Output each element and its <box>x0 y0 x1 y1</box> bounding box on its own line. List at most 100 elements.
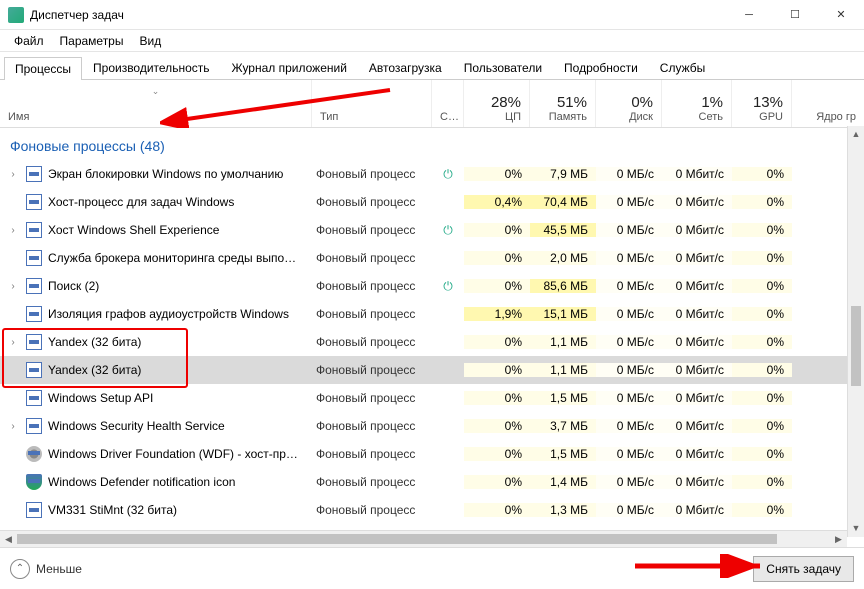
expand-icon[interactable]: › <box>6 281 20 292</box>
process-gpu: 0% <box>732 167 792 181</box>
column-type[interactable]: Тип <box>312 80 432 127</box>
process-memory: 85,6 МБ <box>530 279 596 293</box>
process-network: 0 Мбит/с <box>662 363 732 377</box>
process-icon <box>26 250 42 266</box>
tabs: Процессы Производительность Журнал прило… <box>0 52 864 80</box>
column-gpu[interactable]: 13% GPU <box>732 80 792 127</box>
process-name: Windows Setup API <box>48 391 153 405</box>
process-gpu: 0% <box>732 307 792 321</box>
expand-icon[interactable]: › <box>6 337 20 348</box>
process-row[interactable]: ›Windows Security Health ServiceФоновый … <box>0 412 864 440</box>
tab-app-history[interactable]: Журнал приложений <box>221 56 358 79</box>
window-controls: ─ ☐ ✕ <box>726 0 864 30</box>
process-name: Windows Defender notification icon <box>48 475 235 489</box>
minimize-button[interactable]: ─ <box>726 0 772 30</box>
process-gpu: 0% <box>732 223 792 237</box>
column-memory[interactable]: 51% Память <box>530 80 596 127</box>
process-row[interactable]: Служба брокера мониторинга среды выпо…Фо… <box>0 244 864 272</box>
expand-icon[interactable]: › <box>6 421 20 432</box>
footer: ⌃ Меньше Снять задачу <box>0 547 864 589</box>
tab-services[interactable]: Службы <box>649 56 716 79</box>
expand-icon[interactable]: › <box>6 225 20 236</box>
process-memory: 1,5 МБ <box>530 447 596 461</box>
scroll-thumb-h[interactable] <box>17 534 777 544</box>
window-title: Диспетчер задач <box>30 8 726 22</box>
process-disk: 0 МБ/с <box>596 447 662 461</box>
menu-options[interactable]: Параметры <box>52 32 132 50</box>
process-disk: 0 МБ/с <box>596 391 662 405</box>
process-disk: 0 МБ/с <box>596 475 662 489</box>
process-network: 0 Мбит/с <box>662 167 732 181</box>
process-network: 0 Мбит/с <box>662 279 732 293</box>
process-network: 0 Мбит/с <box>662 223 732 237</box>
scroll-down-icon[interactable]: ▼ <box>848 520 864 537</box>
process-type: Фоновый процесс <box>312 475 432 489</box>
process-memory: 2,0 МБ <box>530 251 596 265</box>
process-row[interactable]: Windows Setup APIФоновый процесс0%1,5 МБ… <box>0 384 864 412</box>
process-name: Yandex (32 бита) <box>48 363 141 377</box>
column-disk[interactable]: 0% Диск <box>596 80 662 127</box>
scroll-left-icon[interactable]: ◀ <box>0 531 17 548</box>
process-type: Фоновый процесс <box>312 447 432 461</box>
process-network: 0 Мбит/с <box>662 419 732 433</box>
process-memory: 1,3 МБ <box>530 503 596 517</box>
column-cpu[interactable]: 28% ЦП <box>464 80 530 127</box>
process-gpu: 0% <box>732 475 792 489</box>
process-gpu: 0% <box>732 503 792 517</box>
process-disk: 0 МБ/с <box>596 307 662 321</box>
process-network: 0 Мбит/с <box>662 195 732 209</box>
process-type: Фоновый процесс <box>312 279 432 293</box>
column-name[interactable]: ⌄ Имя <box>0 80 312 127</box>
scroll-thumb-v[interactable] <box>851 306 861 386</box>
process-list: Фоновые процессы (48) ›Экран блокировки … <box>0 128 864 539</box>
process-icon <box>26 222 42 238</box>
sort-indicator-icon: ⌄ <box>8 86 303 97</box>
process-row[interactable]: Хост-процесс для задач WindowsФоновый пр… <box>0 188 864 216</box>
group-background-processes[interactable]: Фоновые процессы (48) <box>0 128 864 160</box>
process-name: Служба брокера мониторинга среды выпо… <box>48 251 296 265</box>
process-name: Хост Windows Shell Experience <box>48 223 219 237</box>
process-gpu: 0% <box>732 419 792 433</box>
tab-processes[interactable]: Процессы <box>4 57 82 80</box>
scroll-up-icon[interactable]: ▲ <box>848 126 864 143</box>
fewer-details-button[interactable]: ⌃ Меньше <box>10 559 82 579</box>
process-memory: 45,5 МБ <box>530 223 596 237</box>
column-network[interactable]: 1% Сеть <box>662 80 732 127</box>
process-row[interactable]: ›Yandex (32 бита)Фоновый процесс0%1,1 МБ… <box>0 328 864 356</box>
process-status: ⏻ <box>432 279 464 294</box>
close-button[interactable]: ✕ <box>818 0 864 30</box>
tab-startup[interactable]: Автозагрузка <box>358 56 453 79</box>
column-gpu-engine[interactable]: Ядро гр <box>792 80 864 127</box>
process-row[interactable]: ›Поиск (2)Фоновый процесс⏻0%85,6 МБ0 МБ/… <box>0 272 864 300</box>
expand-icon[interactable]: › <box>6 169 20 180</box>
process-network: 0 Мбит/с <box>662 391 732 405</box>
process-type: Фоновый процесс <box>312 167 432 181</box>
process-cpu: 0% <box>464 475 530 489</box>
process-name: VM331 StiMnt (32 бита) <box>48 503 177 517</box>
vertical-scrollbar[interactable]: ▲ ▼ <box>847 126 864 537</box>
process-row[interactable]: VM331 StiMnt (32 бита)Фоновый процесс0%1… <box>0 496 864 524</box>
horizontal-scrollbar[interactable]: ◀ ▶ <box>0 530 847 547</box>
tab-users[interactable]: Пользователи <box>453 56 553 79</box>
tab-details[interactable]: Подробности <box>553 56 649 79</box>
process-network: 0 Мбит/с <box>662 251 732 265</box>
process-row[interactable]: Windows Defender notification icon Фоновы… <box>0 468 864 496</box>
maximize-button[interactable]: ☐ <box>772 0 818 30</box>
process-row[interactable]: ›Хост Windows Shell ExperienceФоновый пр… <box>0 216 864 244</box>
end-task-button[interactable]: Снять задачу <box>753 556 854 582</box>
process-disk: 0 МБ/с <box>596 167 662 181</box>
process-row[interactable]: ›Экран блокировки Windows по умолчаниюФо… <box>0 160 864 188</box>
tab-performance[interactable]: Производительность <box>82 56 220 79</box>
process-memory: 7,9 МБ <box>530 167 596 181</box>
process-icon <box>26 194 42 210</box>
menu-view[interactable]: Вид <box>131 32 169 50</box>
scroll-right-icon[interactable]: ▶ <box>830 531 847 548</box>
process-network: 0 Мбит/с <box>662 447 732 461</box>
process-icon <box>26 306 42 322</box>
process-icon <box>26 166 42 182</box>
process-row[interactable]: Windows Driver Foundation (WDF) - хост-п… <box>0 440 864 468</box>
menu-file[interactable]: Файл <box>6 32 52 50</box>
process-row[interactable]: Yandex (32 бита)Фоновый процесс0%1,1 МБ0… <box>0 356 864 384</box>
process-row[interactable]: Изоляция графов аудиоустройств WindowsФо… <box>0 300 864 328</box>
column-status[interactable]: С… <box>432 80 464 127</box>
